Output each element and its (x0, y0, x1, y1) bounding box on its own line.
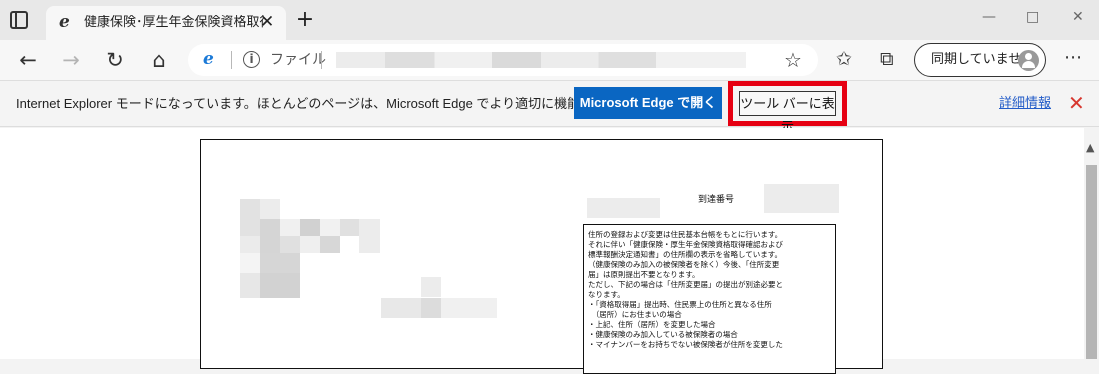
pdf-document: 到達番号 住所の登録および変更は住民基本台帳をもとに行います。 それに伴い「健康… (200, 139, 883, 374)
details-link[interactable]: 詳細情報 (999, 95, 1051, 113)
tab-title: 健康保険･厚生年金保険資格取得 (84, 15, 264, 30)
ie-mode-bar: Internet Explorer モードになっています。ほとんどのページは、M… (0, 81, 1099, 134)
ie-icon: e (59, 12, 70, 32)
ie-mode-message: Internet Explorer モードになっています。ほとんどのページは、M… (16, 96, 631, 111)
notice-line: （居所）にお住まいの場合 (588, 310, 682, 319)
scroll-thumb[interactable] (1086, 165, 1097, 359)
ie-icon: e (203, 49, 214, 69)
notice-line: ・「資格取得届」提出時、住民票上の住所と異なる住所 (588, 300, 772, 309)
tab-strip: e 健康保険･厚生年金保険資格取得 ✕ + — □ ✕ (0, 0, 1099, 40)
notice-line: ・健康保険のみ加入している被保険者の場合 (588, 330, 738, 339)
collections-icon[interactable]: ⧉ (880, 48, 894, 70)
window-close-icon[interactable]: ✕ (1072, 9, 1084, 25)
notice-line: ただし、下記の場合は「住所変更届」の提出が別途必要と (588, 280, 783, 289)
address-divider (321, 51, 322, 69)
add-favorite-icon[interactable]: ☆ (784, 49, 802, 71)
info-icon[interactable]: i (243, 51, 260, 68)
notice-line: なります。 (588, 290, 625, 299)
favorites-icon[interactable]: ✩ (836, 48, 852, 70)
profile-avatar-icon (1018, 50, 1039, 71)
address-scheme-label: ファイル (270, 52, 326, 68)
tab-actions-icon[interactable] (10, 11, 28, 29)
address-notice-box: 住所の登録および変更は住民基本台帳をもとに行います。 それに伴い「健康保険・厚生… (583, 224, 836, 374)
new-tab-button[interactable]: + (292, 7, 318, 33)
address-bar[interactable]: e i ファイル ☆ (188, 44, 818, 76)
active-tab[interactable]: e 健康保険･厚生年金保険資格取得 ✕ (46, 6, 286, 40)
close-ie-bar-icon[interactable]: ✕ (1068, 92, 1085, 114)
show-in-toolbar-button[interactable]: ツール バーに表示 (739, 91, 836, 134)
notice-line: 住所の登録および変更は住民基本台帳をもとに行います。 (588, 230, 783, 239)
more-icon[interactable]: ⋯ (1064, 47, 1083, 68)
notice-line: 届」は原則提出不要となります。 (588, 270, 700, 279)
open-in-edge-button[interactable]: Microsoft Edge で開く (574, 87, 722, 119)
back-arrow-icon[interactable]: ← (16, 48, 40, 72)
notice-line: ・マイナンバーをお持ちでない被保険者が住所を変更した (588, 340, 783, 349)
close-tab-icon[interactable]: ✕ (260, 13, 274, 31)
profile-button[interactable]: 同期していません (914, 43, 1046, 77)
browser-toolbar: ← → ↻ ⌂ e i ファイル ☆ ✩ ⧉ 同期していません ⋯ (0, 40, 1099, 81)
blurred-url (336, 52, 746, 68)
scroll-up-icon[interactable]: ▲ (1086, 141, 1094, 154)
maximize-icon[interactable]: □ (1026, 9, 1039, 25)
arrival-number-label: 到達番号 (698, 195, 735, 205)
notice-line: 標準報酬決定通知書」の住所欄の表示を省略しています。 (588, 250, 783, 259)
notice-line: ・上記、住所（居所）を変更した場合 (588, 320, 716, 329)
notice-line: それに伴い「健康保険・厚生年金保険資格取得確認および (588, 240, 783, 249)
minimize-icon[interactable]: — (982, 9, 996, 25)
refresh-icon[interactable]: ↻ (103, 48, 127, 72)
blurred-arrival-number (764, 184, 839, 213)
vertical-scrollbar[interactable]: ▲ (1084, 128, 1099, 359)
forward-arrow-icon[interactable]: → (59, 48, 83, 72)
address-divider (231, 51, 232, 69)
highlight-frame: ツール バーに表示 (728, 81, 847, 134)
notice-line: （健康保険のみ加入の被保険者を除く）今後、「住所変更 (588, 260, 780, 269)
home-icon[interactable]: ⌂ (147, 48, 171, 72)
blurred-id (587, 198, 660, 218)
